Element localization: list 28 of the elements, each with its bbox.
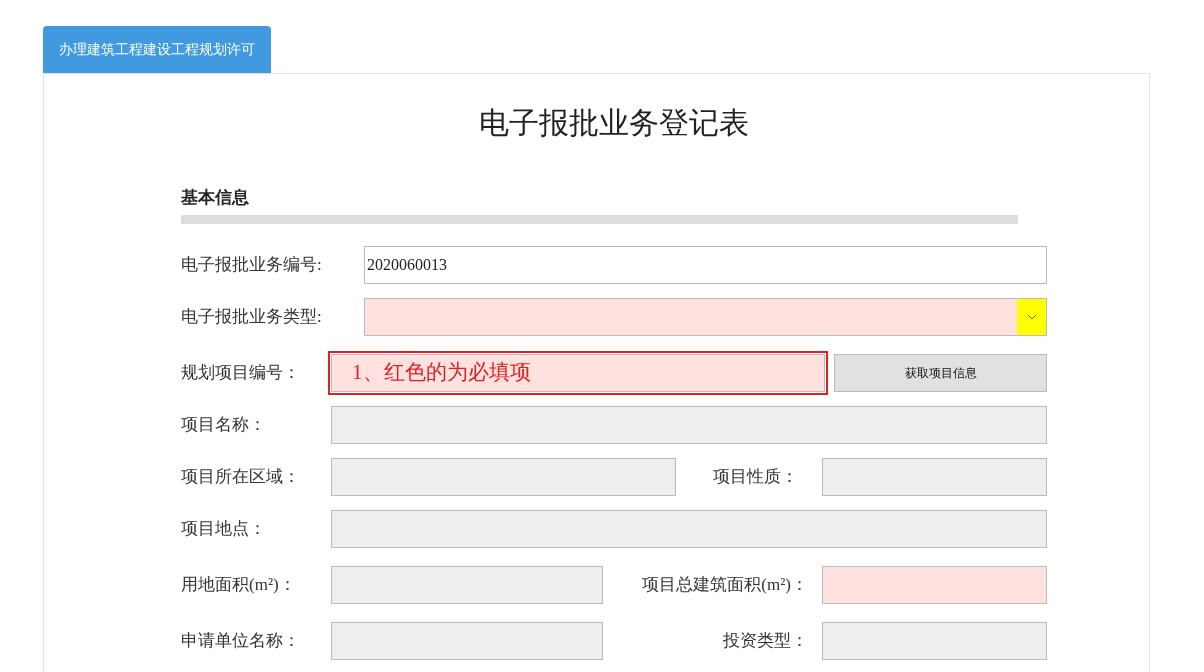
- input-field[interactable]: 2020060013: [364, 245, 1047, 284]
- field-label: 电子报批业务编号:: [181, 253, 323, 276]
- field-label: 项目名称：: [181, 413, 267, 436]
- chevron-down-icon: [1026, 313, 1037, 320]
- field-label: 申请单位名称：: [181, 629, 301, 652]
- input-field[interactable]: [822, 565, 1047, 604]
- field-label: 电子报批业务类型:: [181, 305, 323, 328]
- field-label: 规划项目编号：: [181, 361, 301, 384]
- field-label: 项目性质：: [713, 465, 798, 488]
- field-label: 项目总建筑面积(m²)：: [642, 573, 808, 596]
- input-field[interactable]: [822, 457, 1047, 496]
- field-label: 项目所在区域：: [181, 465, 301, 488]
- fetch-project-button[interactable]: 获取项目信息: [834, 353, 1047, 392]
- input-field[interactable]: [331, 457, 676, 496]
- field-label: 用地面积(m²)：: [181, 573, 297, 596]
- input-field[interactable]: [822, 621, 1047, 660]
- section-heading: 基本信息: [181, 188, 249, 207]
- input-field[interactable]: [331, 621, 603, 660]
- dropdown-button[interactable]: [1017, 298, 1046, 335]
- required-note: 1、红色的为必填项: [351, 358, 532, 386]
- input-field[interactable]: [331, 509, 1047, 548]
- dropdown-field[interactable]: [364, 297, 1047, 336]
- form-title: 电子报批业务登记表: [479, 105, 749, 141]
- field-label: 项目地点：: [181, 517, 267, 540]
- field-label: 投资类型：: [723, 629, 808, 652]
- input-field[interactable]: [331, 405, 1047, 444]
- input-field[interactable]: 1、红色的为必填项: [331, 353, 825, 392]
- input-field[interactable]: [331, 565, 603, 604]
